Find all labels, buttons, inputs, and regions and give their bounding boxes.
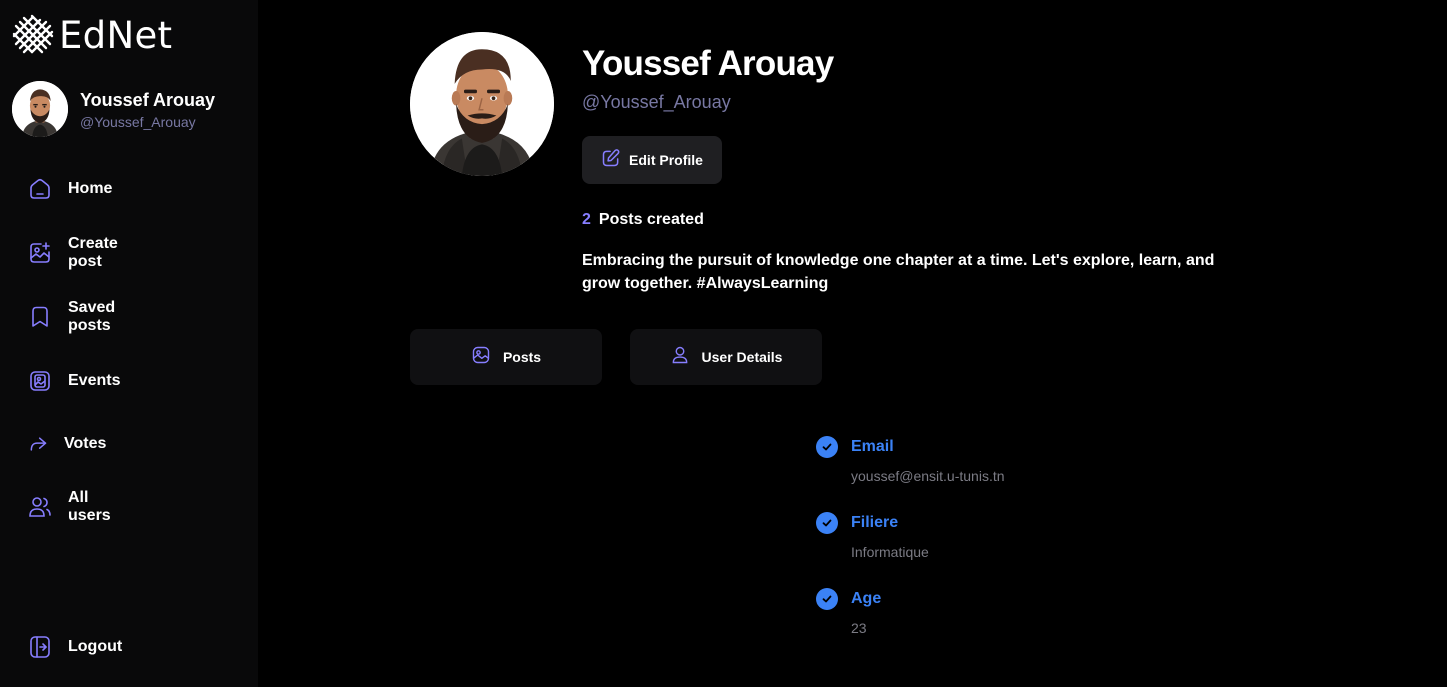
sidebar-profile[interactable]: Youssef Arouay @Youssef_Arouay	[12, 81, 215, 137]
sidebar: EdNet Youssef Arouay @Youssef_Arouay Hom…	[0, 0, 258, 687]
sidebar-item-label: Events	[68, 372, 121, 389]
detail-title: Age	[851, 590, 882, 607]
events-icon	[28, 369, 52, 393]
tab-posts-label: Posts	[502, 349, 542, 365]
sidebar-item-all-users[interactable]: All users	[28, 489, 111, 524]
check-circle-icon	[816, 436, 838, 458]
edit-profile-label: Edit Profile	[629, 152, 703, 168]
profile-name: Youssef Arouay	[582, 44, 834, 83]
home-icon	[28, 177, 52, 201]
sidebar-item-label: Create post	[68, 235, 118, 270]
avatar[interactable]	[12, 81, 68, 137]
detail-title: Email	[851, 438, 894, 455]
sidebar-item-create-post[interactable]: Create post	[28, 235, 118, 270]
detail-value: 23	[851, 620, 867, 636]
sidebar-item-label: Saved posts	[68, 299, 116, 334]
tab-user-details-label: User Details	[701, 349, 783, 365]
users-icon	[28, 495, 52, 519]
app-logo[interactable]: EdNet	[12, 14, 172, 56]
detail-title: Filiere	[851, 514, 899, 531]
profile-bio: Embracing the pursuit of knowledge one c…	[582, 252, 1215, 292]
detail-email: Email youssef@ensit.u-tunis.tn	[816, 436, 1005, 484]
logout-button[interactable]: Logout	[28, 634, 122, 660]
sidebar-user-name: Youssef Arouay	[80, 89, 216, 110]
edit-profile-button[interactable]: Edit Profile	[582, 136, 722, 184]
sidebar-item-saved-posts[interactable]: Saved posts	[28, 299, 115, 334]
detail-value: youssef@ensit.u-tunis.tn	[851, 468, 1005, 484]
detail-age: Age 23	[816, 588, 881, 636]
posts-count-label: Posts created	[598, 211, 704, 228]
check-circle-icon	[816, 588, 838, 610]
sidebar-item-label: All users	[68, 489, 111, 524]
profile-avatar	[410, 32, 554, 176]
sidebar-user-handle: @Youssef_Arouay	[80, 113, 196, 130]
posts-count: 2	[582, 211, 591, 228]
ednet-logo-icon	[12, 14, 54, 54]
posts-stat: 2 Posts created	[582, 211, 704, 229]
tab-posts[interactable]: Posts	[410, 329, 602, 385]
sidebar-item-home[interactable]: Home	[28, 176, 112, 202]
posts-image-icon	[471, 345, 491, 370]
detail-filiere: Filiere Informatique	[816, 512, 929, 560]
check-circle-icon	[816, 512, 838, 534]
logout-label: Logout	[68, 638, 123, 655]
app-name: EdNet	[59, 13, 173, 57]
avatar-illustration	[12, 81, 68, 137]
tab-user-details[interactable]: User Details	[630, 329, 822, 385]
share-arrow-icon	[28, 432, 48, 456]
edit-icon	[601, 148, 621, 173]
create-post-icon	[28, 241, 52, 265]
sidebar-item-label: Home	[68, 180, 113, 197]
sidebar-item-label: Votes	[64, 435, 107, 452]
bookmark-icon	[28, 305, 52, 329]
sidebar-item-events[interactable]: Events	[28, 368, 120, 394]
sidebar-item-votes[interactable]: Votes	[28, 431, 106, 457]
user-icon	[670, 345, 690, 370]
profile-handle: @Youssef_Arouay	[582, 92, 731, 112]
detail-value: Informatique	[851, 544, 929, 560]
logout-icon	[28, 635, 52, 659]
avatar-illustration	[410, 32, 554, 176]
